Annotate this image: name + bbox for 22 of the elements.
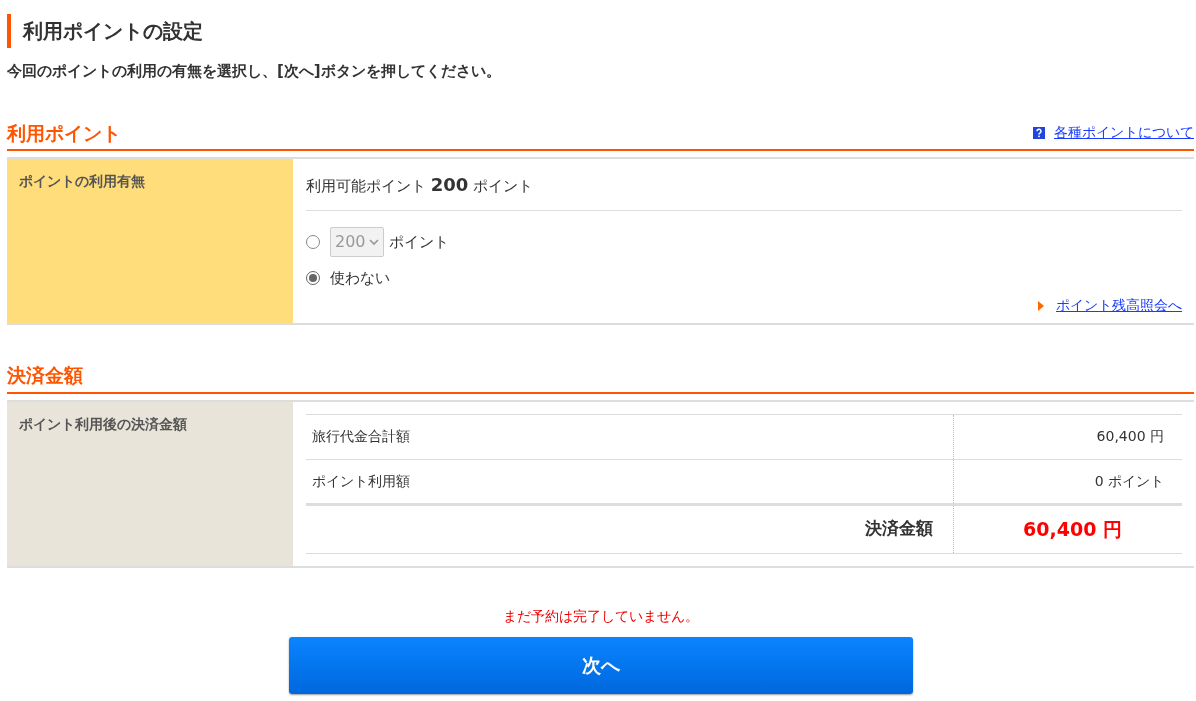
section-heading: 利用ポイント [7,120,121,146]
notice-text: まだ予約は完了していません。 [501,606,700,626]
row-label: ポイントの利用有無 [7,159,293,323]
table-cell-text: 旅行代金合計額 [311,427,411,446]
option-label: ポイント [388,231,449,253]
balance-link[interactable]: ポイント残高照会へ [1056,295,1182,316]
available-points-text: 利用可能ポイント 200 ポイント [306,173,534,197]
section-heading: 決済金額 [7,363,84,388]
instruction-text: 今回のポイントの利用の有無を選択し、[次へ]ボタンを押してください。 [7,61,502,82]
page-title: 利用ポイントの設定 [23,18,203,45]
triangle-right-icon [1038,300,1044,311]
total-label: 決済金額 [864,517,934,541]
help-link[interactable]: 各種ポイントについて [1054,122,1194,143]
help-icon [1033,126,1045,139]
table-cell: 60,400 円 [953,414,1182,459]
next-button[interactable]: 次へ [288,636,913,694]
option-label: 使わない [330,267,390,289]
table-cell: 0 ポイント [953,459,1182,503]
total-amount: 60,400 円 [953,505,1182,553]
row-label: ポイント利用後の決済金額 [7,401,293,566]
chevron-down-icon [368,238,379,246]
table-cell-text: ポイント利用額 [311,471,411,491]
